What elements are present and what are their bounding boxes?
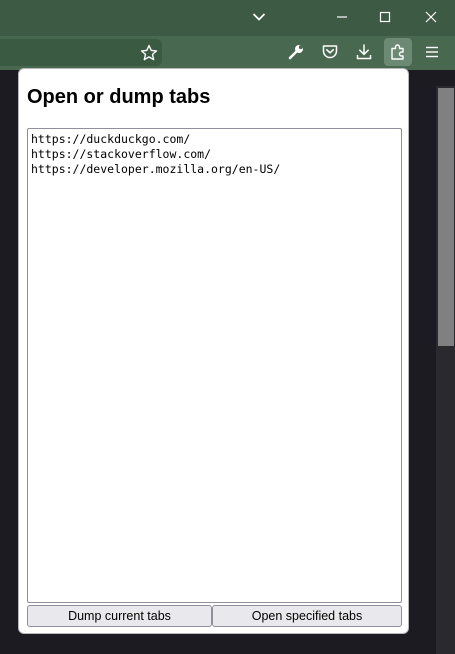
address-bar[interactable]: [0, 39, 162, 66]
download-icon: [356, 44, 372, 60]
app-menu-button[interactable]: [418, 38, 446, 66]
maximize-button[interactable]: [364, 0, 406, 34]
close-icon: [425, 11, 437, 23]
popup-title: Open or dump tabs: [27, 86, 211, 108]
extensions-puzzle-icon: [391, 44, 404, 60]
menu-hamburger-icon: [426, 46, 438, 58]
window-titlebar: [0, 0, 455, 36]
navigation-toolbar: [0, 36, 455, 70]
pocket-icon: [322, 45, 338, 59]
save-to-pocket-button[interactable]: [316, 38, 344, 66]
open-specified-tabs-button[interactable]: Open specified tabs: [212, 605, 402, 627]
chevron-down-icon: [252, 13, 266, 21]
maximize-icon: [379, 11, 391, 23]
bookmark-star-icon: [140, 44, 158, 60]
downloads-button[interactable]: [350, 38, 378, 66]
extension-popup: Open or dump tabs https://duckduckgo.com…: [18, 68, 409, 634]
close-window-button[interactable]: [410, 0, 452, 34]
dump-current-tabs-button[interactable]: Dump current tabs: [27, 605, 212, 627]
urls-textarea[interactable]: https://duckduckgo.com/ https://stackove…: [27, 128, 402, 603]
scrollbar-thumb[interactable]: [438, 88, 454, 346]
minimize-button[interactable]: [321, 0, 363, 34]
wrench-icon: [288, 45, 303, 60]
minimize-icon: [337, 16, 347, 18]
bookmark-page-button[interactable]: [136, 39, 162, 66]
tools-button[interactable]: [282, 38, 310, 66]
list-all-tabs-button[interactable]: [242, 0, 276, 34]
extensions-button[interactable]: [384, 38, 412, 66]
